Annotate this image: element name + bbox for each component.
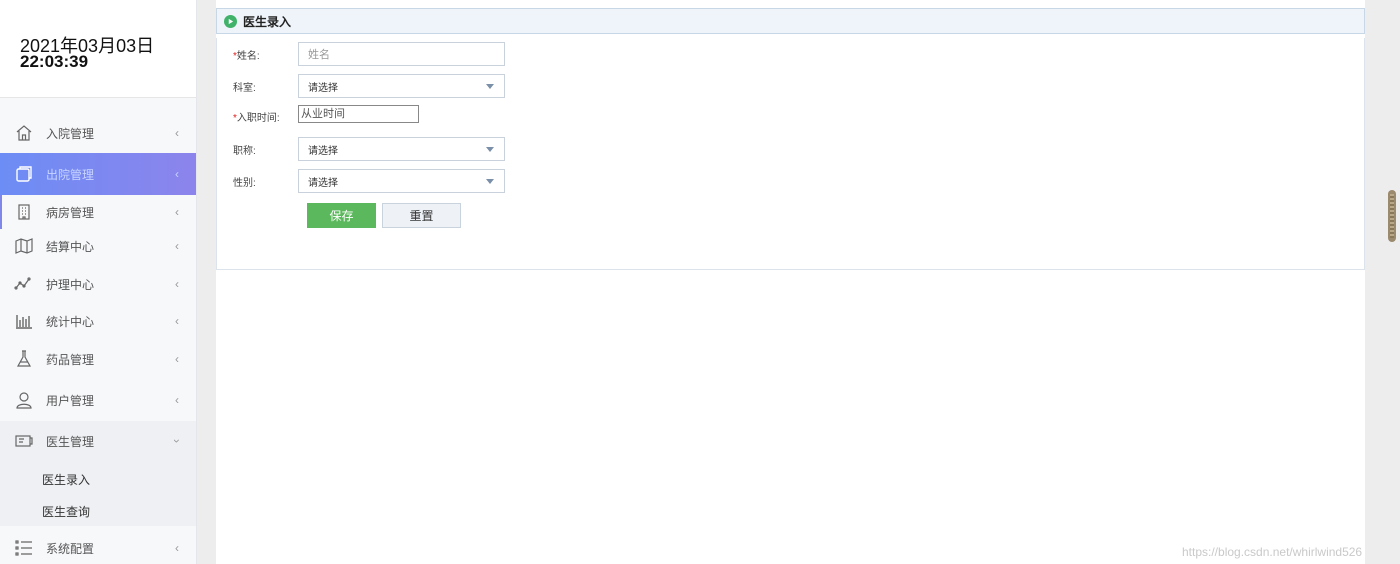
dept-select-value: 请选择 <box>308 82 338 94</box>
sidebar-item-ward[interactable]: 病房管理 ‹ <box>0 193 196 231</box>
app-root: 2021年03月03日 22:03:39 入院管理 ‹ 出院管理 ‹ 病房管理 … <box>0 0 1400 564</box>
building-icon <box>14 202 34 222</box>
sidebar-item-doctors[interactable]: 医生管理 › <box>0 421 196 461</box>
reset-button[interactable]: 重置 <box>382 203 461 228</box>
name-label-text: 姓名: <box>236 51 260 62</box>
line-chart-icon <box>14 274 34 294</box>
main-content: 医生录入 *姓名: 姓名 科室: 请选择 *入职时间: 从业时间 职称: 请选择… <box>216 0 1365 564</box>
sidebar-item-label: 系统配置 <box>46 541 95 556</box>
title-label: 职称: <box>233 146 256 157</box>
gender-select[interactable]: 请选择 <box>298 169 505 193</box>
dept-label: 科室: <box>233 83 256 94</box>
chevron-down-icon: › <box>170 439 184 443</box>
caret-down-icon <box>486 146 494 152</box>
save-button[interactable]: 保存 <box>307 203 376 228</box>
name-placeholder: 姓名 <box>308 49 330 61</box>
clock-panel: 2021年03月03日 22:03:39 <box>0 0 196 98</box>
scrollbar-thumb[interactable] <box>1388 190 1396 242</box>
sidebar-item-users[interactable]: 用户管理 ‹ <box>0 381 196 419</box>
sidebar-item-label: 入院管理 <box>46 126 95 141</box>
clock-time: 22:03:39 <box>20 52 89 71</box>
form-row-dept: 科室: <box>233 79 298 94</box>
list-icon <box>14 538 34 558</box>
map-icon <box>14 236 34 256</box>
sidebar-item-label: 出院管理 <box>46 167 95 182</box>
sidebar-item-settings[interactable]: 系统配置 ‹ <box>0 529 196 564</box>
chevron-left-icon: ‹ <box>175 239 179 253</box>
chevron-left-icon: ‹ <box>175 541 179 555</box>
chevron-left-icon: ‹ <box>175 205 179 219</box>
chevron-left-icon: ‹ <box>175 314 179 328</box>
sidebar: 2021年03月03日 22:03:39 入院管理 ‹ 出院管理 ‹ 病房管理 … <box>0 0 197 564</box>
dept-select[interactable]: 请选择 <box>298 74 505 98</box>
hire-label-text: 入职时间: <box>236 113 280 124</box>
sidebar-item-discharge[interactable]: 出院管理 ‹ <box>0 153 196 195</box>
title-select-value: 请选择 <box>308 145 338 157</box>
doctor-entry-form: *姓名: 姓名 科室: 请选择 *入职时间: 从业时间 职称: 请选择 性别: … <box>216 38 1365 270</box>
flask-icon <box>14 349 34 369</box>
sidebar-item-label: 药品管理 <box>46 352 95 367</box>
chevron-left-icon: ‹ <box>175 352 179 366</box>
caret-down-icon <box>486 178 494 184</box>
form-row-title: 职称: <box>233 142 298 157</box>
chevron-left-icon: ‹ <box>175 167 179 181</box>
sidebar-item-pharmacy[interactable]: 药品管理 ‹ <box>0 340 196 378</box>
sidebar-item-statistics[interactable]: 统计中心 ‹ <box>0 302 196 340</box>
doctors-submenu: 医生录入 医生查询 <box>0 460 196 526</box>
sidebar-subitem-doctor-query[interactable]: 医生查询 <box>42 503 90 520</box>
chevron-left-icon: ‹ <box>175 277 179 291</box>
user-icon <box>14 390 34 410</box>
form-row-name: *姓名: <box>233 47 298 62</box>
panel-header: 医生录入 <box>216 8 1365 34</box>
sidebar-item-label: 护理中心 <box>46 277 95 292</box>
sidebar-item-label: 结算中心 <box>46 239 95 254</box>
sidebar-item-admission[interactable]: 入院管理 ‹ <box>0 114 196 152</box>
name-input[interactable]: 姓名 <box>298 42 505 66</box>
caret-down-icon <box>486 83 494 89</box>
sidebar-item-label: 医生管理 <box>46 434 95 449</box>
title-select[interactable]: 请选择 <box>298 137 505 161</box>
sidebar-item-label: 病房管理 <box>46 205 95 220</box>
bar-chart-icon <box>14 311 34 331</box>
sidebar-item-nursing[interactable]: 护理中心 ‹ <box>0 265 196 303</box>
chevron-left-icon: ‹ <box>175 126 179 140</box>
hire-label: *入职时间: <box>233 109 298 124</box>
id-card-icon <box>14 431 34 451</box>
form-row-gender: 性别: <box>233 174 298 189</box>
form-row-hire-date: *入职时间: <box>233 109 298 124</box>
gender-select-value: 请选择 <box>308 177 338 189</box>
gender-label: 性别: <box>233 178 256 189</box>
watermark: https://blog.csdn.net/whirlwind526 <box>1182 545 1363 559</box>
sidebar-item-label: 统计中心 <box>46 314 95 329</box>
chevron-left-icon: ‹ <box>175 393 179 407</box>
sidebar-item-label: 用户管理 <box>46 393 95 408</box>
sidebar-subitem-doctor-entry[interactable]: 医生录入 <box>42 471 90 488</box>
panel-title: 医生录入 <box>243 14 292 29</box>
window-icon <box>14 164 34 184</box>
play-icon <box>224 14 237 28</box>
hire-date-input[interactable]: 从业时间 <box>298 105 419 123</box>
home-icon <box>14 123 34 143</box>
name-label: *姓名: <box>233 47 298 62</box>
sidebar-item-billing[interactable]: 结算中心 ‹ <box>0 227 196 265</box>
